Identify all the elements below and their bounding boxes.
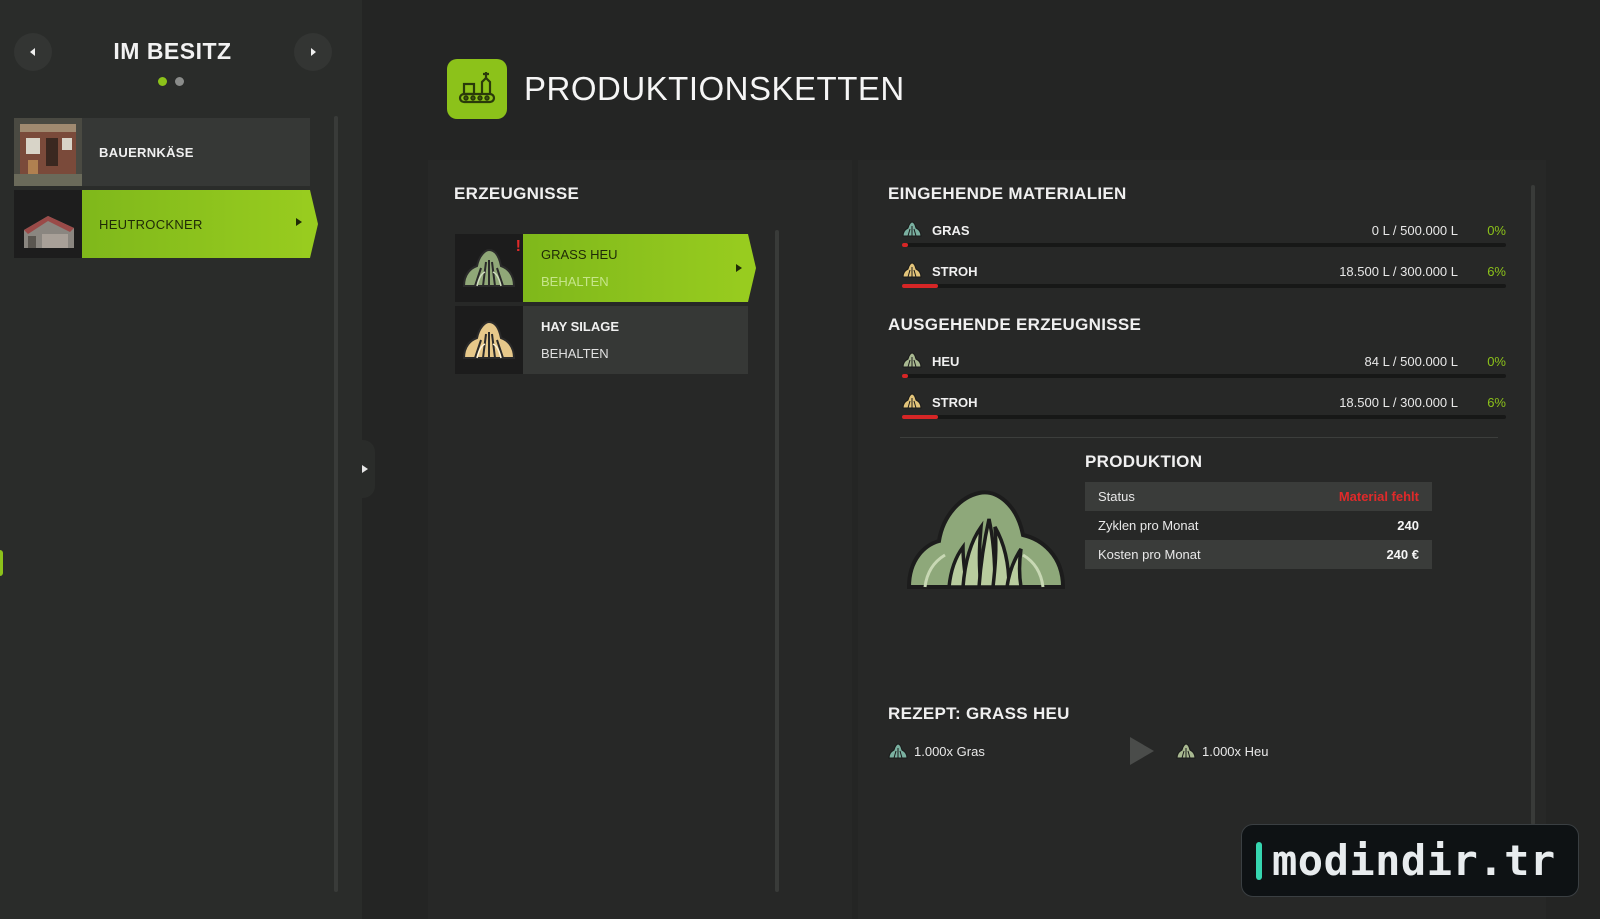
- grass-pile-icon: [902, 221, 922, 237]
- chevron-left-icon: [30, 48, 35, 56]
- details-scrollbar[interactable]: [1531, 185, 1535, 825]
- page-title: PRODUKTIONSKETTEN: [524, 70, 905, 107]
- product-text: GRASS HEU BEHALTEN: [523, 234, 748, 302]
- incoming-row-stroh: STROH 18.500 L / 300.000 L 6%: [902, 261, 1506, 295]
- material-amount: 84 L / 500.000 L: [1364, 354, 1459, 369]
- barn-icon: [14, 190, 82, 258]
- products-scrollbar[interactable]: [775, 230, 779, 892]
- material-fill-bar: [902, 415, 1506, 419]
- sidebar-title: IM BESITZ: [113, 38, 232, 64]
- stat-row-cycles: Zyklen pro Monat 240: [1085, 511, 1432, 540]
- material-amount: 18.500 L / 300.000 L: [1339, 395, 1458, 410]
- product-item-grass-heu[interactable]: ! GRASS HEU BEHALTEN: [455, 234, 748, 302]
- recipe-output-text: 1.000x Heu: [1202, 743, 1269, 759]
- stat-key: Status: [1098, 489, 1135, 504]
- grass-pile-icon: [462, 248, 516, 287]
- watermark-bar: [1256, 841, 1262, 880]
- material-name: STROH: [932, 395, 978, 410]
- production-section-title: PRODUKTION: [1085, 452, 1203, 471]
- hay-dryer-thumbnail: [14, 190, 82, 258]
- production-chain-icon: [447, 59, 507, 119]
- hay-pile-icon: [902, 352, 922, 368]
- product-mode: BEHALTEN: [541, 274, 609, 289]
- watermark: modindir.tr: [1241, 824, 1579, 897]
- product-name: GRASS HEU: [541, 247, 618, 262]
- incoming-section-title: EINGEHENDE MATERIALIEN: [888, 184, 1127, 203]
- product-name: HAY SILAGE: [541, 319, 620, 334]
- selected-arrow-icon: [296, 218, 302, 226]
- material-fill: [902, 243, 909, 247]
- production-stats-table: Status Material fehlt Zyklen pro Monat 2…: [1085, 482, 1432, 569]
- selected-arrow-icon: [736, 264, 742, 272]
- stat-value: 240: [1397, 518, 1419, 533]
- material-fill-bar: [902, 284, 1506, 288]
- recipe-input-text: 1.000x Gras: [914, 743, 985, 759]
- prev-page-button[interactable]: [14, 33, 52, 71]
- chevron-right-icon: [311, 48, 316, 56]
- material-fill: [902, 284, 939, 288]
- material-amount: 18.500 L / 300.000 L: [1339, 264, 1458, 279]
- stat-value: 240 €: [1386, 547, 1419, 562]
- product-thumbnail: [455, 306, 523, 374]
- sidebar-item-heutrockner[interactable]: HEUTROCKNER: [14, 190, 310, 258]
- product-text: HAY SILAGE BEHALTEN: [523, 306, 748, 374]
- next-page-button[interactable]: [294, 33, 332, 71]
- outgoing-row-stroh: STROH 18.500 L / 300.000 L 6%: [902, 392, 1506, 426]
- sidebar-scrollbar[interactable]: [334, 116, 338, 892]
- collapse-sidebar-button[interactable]: [355, 440, 375, 498]
- stat-key: Zyklen pro Monat: [1098, 518, 1199, 533]
- material-name: HEU: [932, 354, 960, 369]
- page-dot-2[interactable]: [175, 77, 184, 86]
- grass-pile-icon: [888, 743, 908, 759]
- grass-hay-large-icon: [906, 490, 1066, 589]
- incoming-row-gras: GRAS 0 L / 500.000 L 0%: [902, 220, 1506, 254]
- left-edge-indicator: [0, 550, 3, 576]
- section-divider: [900, 437, 1498, 438]
- building-icon: [14, 118, 82, 186]
- stat-key: Kosten pro Monat: [1098, 547, 1201, 562]
- material-name: STROH: [932, 264, 978, 279]
- straw-pile-icon: [902, 393, 922, 409]
- stat-row-status: Status Material fehlt: [1085, 482, 1432, 511]
- product-mode: BEHALTEN: [541, 346, 609, 361]
- watermark-text: modindir.tr: [1272, 836, 1556, 885]
- material-fill-bar: [902, 374, 1506, 378]
- cheese-building-thumbnail: [14, 118, 82, 186]
- material-fill: [902, 415, 939, 419]
- products-section-title: ERZEUGNISSE: [454, 184, 580, 203]
- outgoing-row-heu: HEU 84 L / 500.000 L 0%: [902, 351, 1506, 385]
- material-fill: [902, 374, 909, 378]
- material-amount: 0 L / 500.000 L: [1371, 223, 1458, 238]
- hay-silage-pile-icon: [462, 320, 516, 359]
- material-percent: 6%: [1487, 264, 1506, 279]
- product-thumbnail: !: [455, 234, 523, 302]
- straw-pile-icon: [902, 262, 922, 278]
- recipe-arrow-icon: [1130, 737, 1154, 765]
- sidebar-item-bauernkaese[interactable]: BAUERNKÄSE: [14, 118, 310, 186]
- product-item-hay-silage[interactable]: HAY SILAGE BEHALTEN: [455, 306, 748, 374]
- material-percent: 6%: [1487, 395, 1506, 410]
- production-chains-screen: IM BESITZ BAUERNKÄSE HEUTROCKNER PRODUKT…: [0, 0, 1600, 919]
- sidebar-item-label: HEUTROCKNER: [82, 190, 310, 258]
- outgoing-section-title: AUSGEHENDE ERZEUGNISSE: [888, 315, 1142, 334]
- status-badge: Material fehlt: [1338, 489, 1419, 504]
- recipe-input: 1.000x Gras: [888, 741, 985, 761]
- page-indicator: [158, 77, 184, 86]
- recipe-section-title: REZEPT: GRASS HEU: [888, 704, 1070, 723]
- warning-icon: !: [515, 238, 521, 255]
- material-percent: 0%: [1487, 223, 1506, 238]
- hay-pile-icon: [1176, 743, 1196, 759]
- sidebar-item-label: BAUERNKÄSE: [82, 118, 310, 186]
- material-fill-bar: [902, 243, 1506, 247]
- owned-sidebar: IM BESITZ BAUERNKÄSE HEUTROCKNER: [0, 0, 362, 919]
- stat-row-cost: Kosten pro Monat 240 €: [1085, 540, 1432, 569]
- material-percent: 0%: [1487, 354, 1506, 369]
- material-name: GRAS: [932, 223, 970, 238]
- recipe-output: 1.000x Heu: [1176, 741, 1269, 761]
- page-dot-1[interactable]: [158, 77, 167, 86]
- chevron-right-icon: [362, 465, 368, 473]
